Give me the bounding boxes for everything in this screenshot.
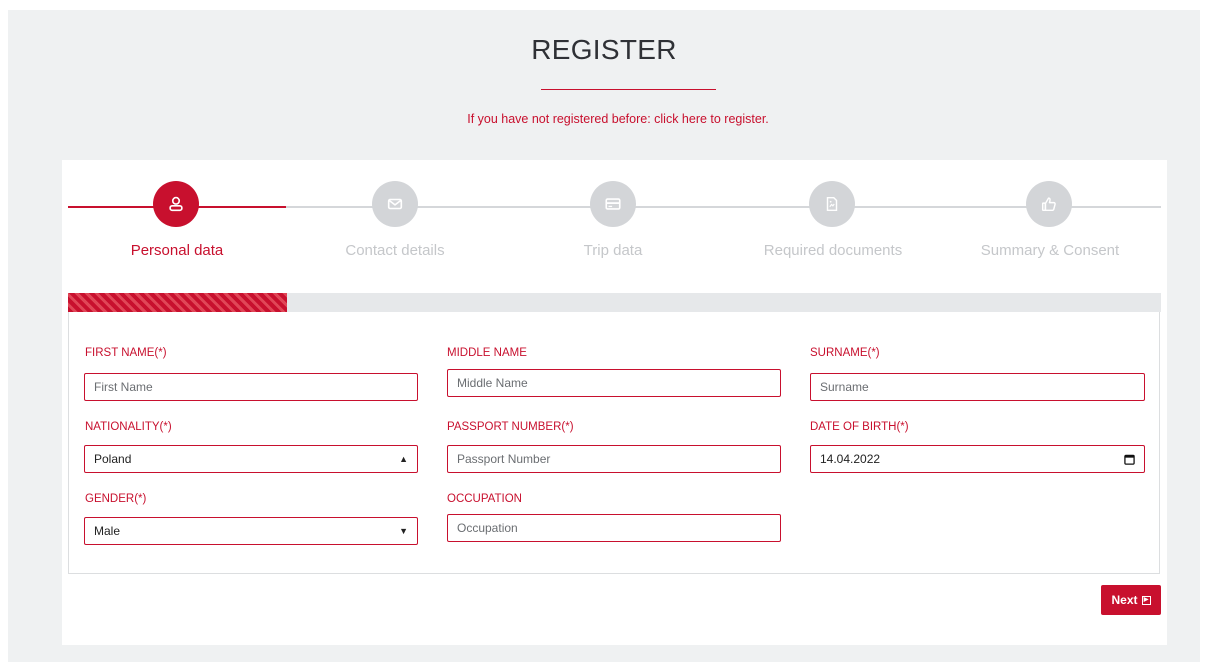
step-required-documents-label[interactable]: Required documents (743, 242, 923, 259)
credit-card-icon (605, 198, 621, 210)
date-of-birth-label: DATE OF BIRTH(*) (810, 421, 909, 433)
nationality-selected-value: Poland (94, 452, 132, 466)
step-summary-consent-circle[interactable] (1026, 181, 1072, 227)
calendar-icon[interactable] (1124, 454, 1135, 465)
progress-bar (68, 293, 1161, 312)
middle-name-label: MIDDLE NAME (447, 347, 527, 359)
date-of-birth-value: 14.04.2022 (820, 452, 881, 466)
progress-bar-fill (68, 293, 287, 312)
step-contact-details-circle[interactable] (372, 181, 418, 227)
middle-name-input[interactable] (447, 369, 781, 397)
thumbs-up-icon (1041, 197, 1056, 212)
date-of-birth-input[interactable]: 14.04.2022 (810, 445, 1145, 473)
step-trip-data-label[interactable]: Trip data (523, 242, 703, 259)
nationality-label: NATIONALITY(*) (85, 421, 172, 433)
step-summary-consent-label[interactable]: Summary & Consent (960, 242, 1140, 259)
nationality-select[interactable]: Poland ▲ (84, 445, 418, 473)
title-divider (541, 89, 716, 90)
gender-label: GENDER(*) (85, 493, 147, 505)
register-link[interactable]: If you have not registered before: click… (0, 112, 1208, 126)
step-personal-data-circle[interactable] (153, 181, 199, 227)
step-trip-data-circle[interactable] (590, 181, 636, 227)
step-personal-data-label[interactable]: Personal data (87, 242, 267, 259)
user-icon (169, 196, 183, 212)
first-name-label: FIRST NAME(*) (85, 347, 167, 359)
envelope-icon (387, 198, 403, 210)
next-button-label: Next (1111, 593, 1138, 607)
document-icon (826, 196, 838, 212)
next-button[interactable]: Next ▶ (1101, 585, 1161, 615)
occupation-input[interactable] (447, 514, 781, 542)
gender-selected-value: Male (94, 524, 121, 538)
step-contact-details-label[interactable]: Contact details (305, 242, 485, 259)
passport-number-input[interactable] (447, 445, 781, 473)
chevron-up-icon: ▲ (399, 454, 408, 464)
gender-select[interactable]: Male ▼ (84, 517, 418, 545)
chevron-down-icon: ▼ (399, 526, 408, 536)
surname-label: SURNAME(*) (810, 347, 880, 359)
passport-number-label: PASSPORT NUMBER(*) (447, 421, 574, 433)
first-name-input[interactable] (84, 373, 418, 401)
page-title: REGISTER (531, 34, 677, 65)
arrow-right-icon: ▶ (1141, 595, 1151, 605)
occupation-label: OCCUPATION (447, 493, 522, 505)
step-required-documents-circle[interactable] (809, 181, 855, 227)
surname-input[interactable] (810, 373, 1145, 401)
